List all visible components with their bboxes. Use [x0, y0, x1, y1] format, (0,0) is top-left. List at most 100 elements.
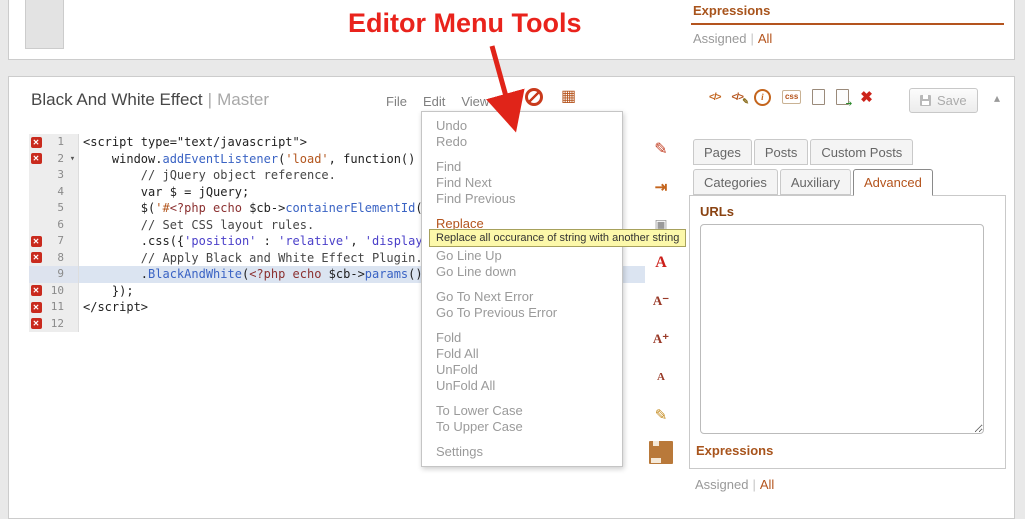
line-number[interactable]: 1 — [43, 134, 67, 151]
collapse-toggle-icon[interactable]: ▴ — [994, 91, 1000, 105]
info-icon[interactable]: i — [753, 88, 771, 106]
assigned-link[interactable]: Assigned — [693, 31, 746, 46]
code-segment: // Set CSS layout rules. — [83, 217, 315, 232]
css-icon[interactable]: css — [781, 90, 802, 104]
template-revision: Master — [217, 90, 270, 109]
menu-item-go-to-next-error[interactable]: Go To Next Error — [422, 289, 622, 305]
fold-gutter — [67, 233, 79, 250]
assignment-content: URLs Expressions — [689, 195, 1006, 469]
tab-pages[interactable]: Pages — [693, 139, 752, 165]
all-link[interactable]: All — [760, 477, 774, 492]
edit-menu: Undo Redo Find Find Next Find Previous Replac… — [421, 111, 623, 467]
menu-item-to-lower-case[interactable]: To Lower Case — [422, 403, 622, 419]
archive-icon[interactable]: ▦ — [561, 89, 576, 105]
save-template-icon[interactable] — [649, 441, 673, 464]
assigned-link[interactable]: Assigned — [695, 477, 748, 492]
line-number[interactable]: 6 — [43, 216, 67, 233]
menu-item-find-previous[interactable]: Find Previous — [422, 191, 622, 207]
code-segment: addEventListener — [162, 151, 279, 166]
code-segment: '# — [155, 201, 170, 215]
expressions-divider-top — [691, 23, 1004, 25]
code-segment: }); — [83, 283, 134, 298]
error-marker-slot — [29, 266, 43, 283]
fold-gutter — [67, 216, 79, 233]
link-separator: | — [752, 477, 756, 492]
font-color-icon[interactable]: A — [649, 251, 673, 274]
tab-advanced[interactable]: Advanced — [853, 169, 933, 196]
tab-posts[interactable]: Posts — [753, 139, 809, 165]
template-name: Black And White Effect — [31, 90, 203, 109]
code-edit-icon[interactable]: </> — [731, 92, 749, 106]
screen: Expressions Assigned | All Black And White… — [0, 0, 1025, 519]
fold-gutter — [67, 249, 79, 266]
menu-item-fold[interactable]: Fold — [422, 330, 622, 346]
menu-item-unfold[interactable]: UnFold — [422, 362, 622, 378]
line-number[interactable]: 4 — [43, 183, 67, 200]
code-segment: // jQuery object reference. — [83, 168, 336, 182]
menu-edit[interactable]: Edit — [423, 94, 445, 109]
code-segment: </script> — [83, 300, 149, 314]
code-segment: <?php echo — [249, 267, 329, 281]
menu-separator — [422, 321, 622, 330]
line-number[interactable]: 8 — [43, 249, 67, 266]
error-marker-slot — [29, 200, 43, 217]
validate-code-icon[interactable]: ✎ — [649, 137, 673, 160]
code-segment: 'load' — [285, 151, 329, 166]
code-block-icon[interactable]: </> — [709, 92, 722, 103]
menu-separator — [422, 150, 622, 159]
font-decrease-icon[interactable]: A⁻ — [649, 289, 673, 312]
fold-arrow-icon[interactable]: ▾ — [67, 150, 79, 167]
expressions-links: Assigned | All — [695, 477, 774, 492]
editor-panel: Black And White Effect | Master File Edit Vi… — [8, 76, 1015, 519]
line-number[interactable]: 12 — [43, 315, 67, 332]
code-segment: params — [364, 267, 409, 281]
menu-item-go-line-down[interactable]: Go Line down — [422, 264, 622, 280]
tab-auxiliary[interactable]: Auxiliary — [779, 169, 851, 195]
all-link[interactable]: All — [758, 31, 772, 46]
insert-template-icon[interactable]: ⇥ — [649, 175, 673, 198]
line-number[interactable]: 11 — [43, 299, 67, 316]
line-number[interactable]: 5 — [43, 200, 67, 217]
line-number[interactable]: 2 — [43, 150, 67, 167]
font-reset-icon[interactable]: A — [649, 365, 673, 388]
menu-item-go-line-up[interactable]: Go Line Up — [422, 248, 622, 264]
menu-item-find-next[interactable]: Find Next — [422, 175, 622, 191]
menu-item-go-to-previous-error[interactable]: Go To Previous Error — [422, 305, 622, 321]
code-segment: // Apply Black and White Effect Plugin. — [83, 250, 423, 265]
menu-item-settings[interactable]: Settings — [422, 444, 622, 460]
import-file-icon[interactable] — [836, 89, 852, 108]
menu-item-unfold-all[interactable]: UnFold All — [422, 378, 622, 394]
tab-custom-posts[interactable]: Custom Posts — [810, 139, 914, 165]
edit-template-icon[interactable]: ✎ — [649, 403, 673, 426]
code-segment: : — [256, 234, 279, 248]
new-file-icon[interactable] — [812, 89, 826, 105]
expressions-heading: Expressions — [696, 443, 774, 458]
error-icon: ✕ — [30, 153, 42, 165]
font-increase-icon[interactable]: A⁺ — [649, 327, 673, 350]
line-number[interactable]: 10 — [43, 282, 67, 299]
error-marker-slot — [29, 167, 43, 184]
tab-categories[interactable]: Categories — [693, 169, 778, 195]
code-segment: 'position' — [184, 234, 257, 248]
replace-tooltip: Replace all occurance of string with ano… — [429, 229, 687, 247]
editor-side-toolbar: ✎ ⇥ ▣ A A⁻ A⁺ A ✎ — [647, 137, 675, 464]
save-button[interactable]: Save — [909, 88, 978, 113]
delete-icon[interactable]: ✖ — [860, 88, 873, 106]
fold-gutter — [67, 282, 79, 299]
line-number[interactable]: 7 — [43, 233, 67, 250]
menu-separator — [422, 435, 622, 444]
line-number[interactable]: 9 — [43, 266, 67, 283]
tabs-row-1: Pages Posts Custom Posts — [693, 139, 914, 165]
code-segment: window. — [83, 151, 163, 166]
menu-item-fold-all[interactable]: Fold All — [422, 346, 622, 362]
urls-input[interactable] — [700, 224, 984, 434]
menu-file[interactable]: File — [386, 94, 407, 109]
error-marker-slot: ✕ — [29, 315, 43, 332]
menu-item-find[interactable]: Find — [422, 159, 622, 175]
error-icon: ✕ — [30, 318, 42, 330]
line-number[interactable]: 3 — [43, 167, 67, 184]
annotation-title: Editor Menu Tools — [348, 8, 582, 38]
urls-heading: URLs — [700, 204, 734, 219]
error-marker-slot: ✕ — [29, 150, 43, 167]
menu-item-to-upper-case[interactable]: To Upper Case — [422, 419, 622, 435]
